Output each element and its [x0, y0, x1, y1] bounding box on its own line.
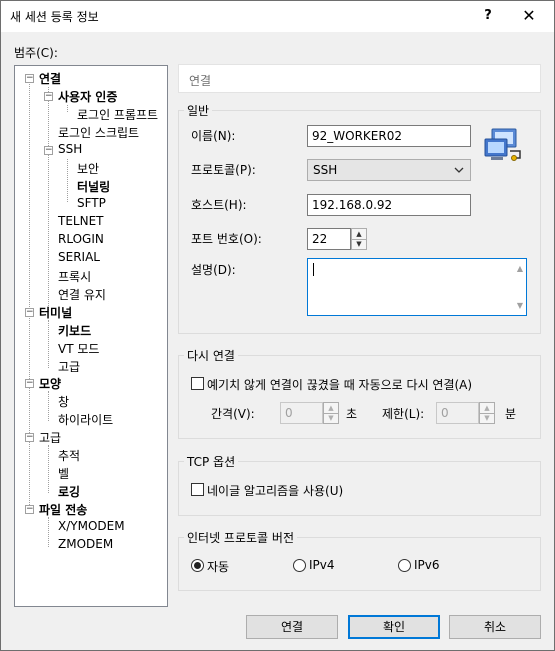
tree-item-ssh[interactable]: SSH [58, 142, 82, 156]
category-label: 범주(C): [14, 46, 58, 60]
ip-version-legend: 인터넷 프로토콜 버전 [187, 531, 294, 545]
tree-item-window[interactable]: 창 [58, 393, 69, 410]
description-label: 설명(D): [191, 263, 236, 277]
port-label: 포트 번호(O): [191, 232, 262, 246]
text-cursor [313, 263, 314, 276]
port-spinner[interactable]: ▲ ▼ [351, 228, 367, 250]
tree-line [48, 391, 49, 421]
port-input[interactable]: 22 [307, 228, 351, 250]
interval-spinner[interactable]: ▲ ▼ [323, 402, 339, 424]
ip-version-group: 인터넷 프로토콜 버전 [178, 529, 541, 591]
dialog-window: 새 세션 등록 정보 ? ✕ 범주(C): − − − − − − − 연결 사… [0, 0, 555, 651]
collapse-toggle-appearance[interactable]: − [25, 379, 34, 388]
limit-label: 제한(L): [382, 407, 425, 421]
tree-item-appearance[interactable]: 모양 [39, 375, 61, 392]
collapse-toggle-ssh[interactable]: − [44, 146, 53, 155]
tree-item-telnet[interactable]: TELNET [58, 214, 104, 228]
protocol-label: 프로토콜(P): [191, 163, 256, 177]
collapse-toggle-auth[interactable]: − [44, 92, 53, 101]
interval-input[interactable]: 0 [280, 402, 323, 424]
nagle-label[interactable]: 네이글 알고리즘을 사용(U) [207, 482, 343, 499]
window-title: 새 세션 등록 정보 [10, 10, 99, 24]
description-textarea[interactable]: ▲ ▼ [307, 258, 527, 316]
protocol-select[interactable]: SSH [307, 159, 471, 181]
tree-item-user-auth[interactable]: 사용자 인증 [58, 88, 117, 105]
tree-item-security[interactable]: 보안 [77, 160, 99, 177]
tree-line [48, 320, 49, 368]
name-input[interactable]: 92_WORKER02 [307, 125, 471, 147]
chevron-down-icon [454, 167, 464, 173]
spin-down-icon[interactable]: ▼ [324, 413, 338, 423]
tree-item-logging[interactable]: 로깅 [58, 483, 80, 500]
nagle-checkbox[interactable] [191, 483, 204, 496]
category-tree[interactable]: − − − − − − − 연결 사용자 인증 로그인 프롬프트 로그인 스크립… [14, 65, 168, 607]
auto-reconnect-label[interactable]: 예기치 않게 연결이 끊겼을 때 자동으로 다시 연결(A) [207, 376, 472, 393]
scroll-up-icon[interactable]: ▲ [517, 264, 523, 273]
title-bar: 새 세션 등록 정보 ? ✕ [1, 1, 554, 32]
tree-line [29, 78, 30, 511]
radio-ipv6-label[interactable]: IPv6 [414, 558, 440, 572]
connect-button[interactable]: 연결 [246, 615, 338, 639]
reconnect-legend: 다시 연결 [187, 349, 235, 363]
tree-item-connection[interactable]: 연결 [39, 70, 61, 87]
radio-ipv4[interactable] [293, 559, 306, 572]
reconnect-group: 다시 연결 [178, 347, 541, 439]
radio-ipv4-label[interactable]: IPv4 [309, 558, 335, 572]
pane-title: 연결 [189, 74, 212, 88]
collapse-toggle-advanced[interactable]: − [25, 433, 34, 442]
session-network-icon [484, 128, 521, 161]
tree-line [48, 517, 49, 547]
tree-line [67, 159, 68, 202]
tree-line [48, 87, 49, 312]
tcp-options-legend: TCP 옵션 [187, 455, 236, 469]
interval-label: 간격(V): [211, 407, 255, 421]
tree-item-file-transfer[interactable]: 파일 전송 [39, 501, 87, 518]
tree-item-vt-mode[interactable]: VT 모드 [58, 340, 99, 357]
scroll-down-icon[interactable]: ▼ [517, 301, 523, 310]
collapse-toggle-connection[interactable]: − [25, 74, 34, 83]
radio-auto[interactable] [191, 559, 204, 572]
host-input[interactable]: 192.168.0.92 [307, 194, 471, 216]
tree-line [48, 445, 49, 493]
tree-item-login-prompt[interactable]: 로그인 프롬프트 [77, 106, 158, 123]
tree-item-highlight[interactable]: 하이라이트 [58, 411, 113, 428]
ok-button[interactable]: 확인 [348, 615, 440, 639]
tree-item-bell[interactable]: 벨 [58, 465, 69, 482]
tree-item-rlogin[interactable]: RLOGIN [58, 232, 104, 246]
general-legend: 일반 [187, 104, 210, 118]
close-button[interactable]: ✕ [511, 4, 547, 28]
spin-down-icon[interactable]: ▼ [352, 239, 366, 249]
host-label: 호스트(H): [191, 198, 247, 212]
name-label: 이름(N): [191, 129, 236, 143]
tree-item-proxy[interactable]: 프록시 [58, 268, 91, 285]
limit-input[interactable]: 0 [436, 402, 479, 424]
protocol-value: SSH [313, 163, 338, 177]
tree-item-trace[interactable]: 추적 [58, 447, 80, 464]
tree-item-tunneling[interactable]: 터널링 [77, 178, 110, 195]
spin-down-icon[interactable]: ▼ [480, 413, 494, 423]
interval-unit: 초 [346, 407, 358, 421]
tree-item-xymodem[interactable]: X/YMODEM [58, 519, 125, 533]
pane-header: 연결 [178, 64, 541, 93]
tree-item-terminal[interactable]: 터미널 [39, 304, 72, 321]
tree-item-terminal-advanced[interactable]: 고급 [58, 358, 80, 375]
limit-unit: 분 [505, 407, 517, 421]
limit-spinner[interactable]: ▲ ▼ [479, 402, 495, 424]
auto-reconnect-checkbox[interactable] [191, 377, 204, 390]
tree-item-serial[interactable]: SERIAL [58, 250, 100, 264]
tree-item-login-script[interactable]: 로그인 스크립트 [58, 124, 139, 141]
tree-line [67, 105, 68, 112]
tree-item-sftp[interactable]: SFTP [77, 196, 106, 210]
help-button[interactable]: ? [473, 4, 503, 28]
collapse-toggle-filetransfer[interactable]: − [25, 505, 34, 514]
tree-item-keepalive[interactable]: 연결 유지 [58, 286, 106, 303]
tree-item-keyboard[interactable]: 키보드 [58, 322, 91, 339]
radio-auto-label[interactable]: 자동 [207, 558, 229, 575]
tree-item-advanced[interactable]: 고급 [39, 429, 61, 446]
tree-item-zmodem[interactable]: ZMODEM [58, 537, 113, 551]
radio-ipv6[interactable] [398, 559, 411, 572]
cancel-button[interactable]: 취소 [449, 615, 541, 639]
collapse-toggle-terminal[interactable]: − [25, 308, 34, 317]
